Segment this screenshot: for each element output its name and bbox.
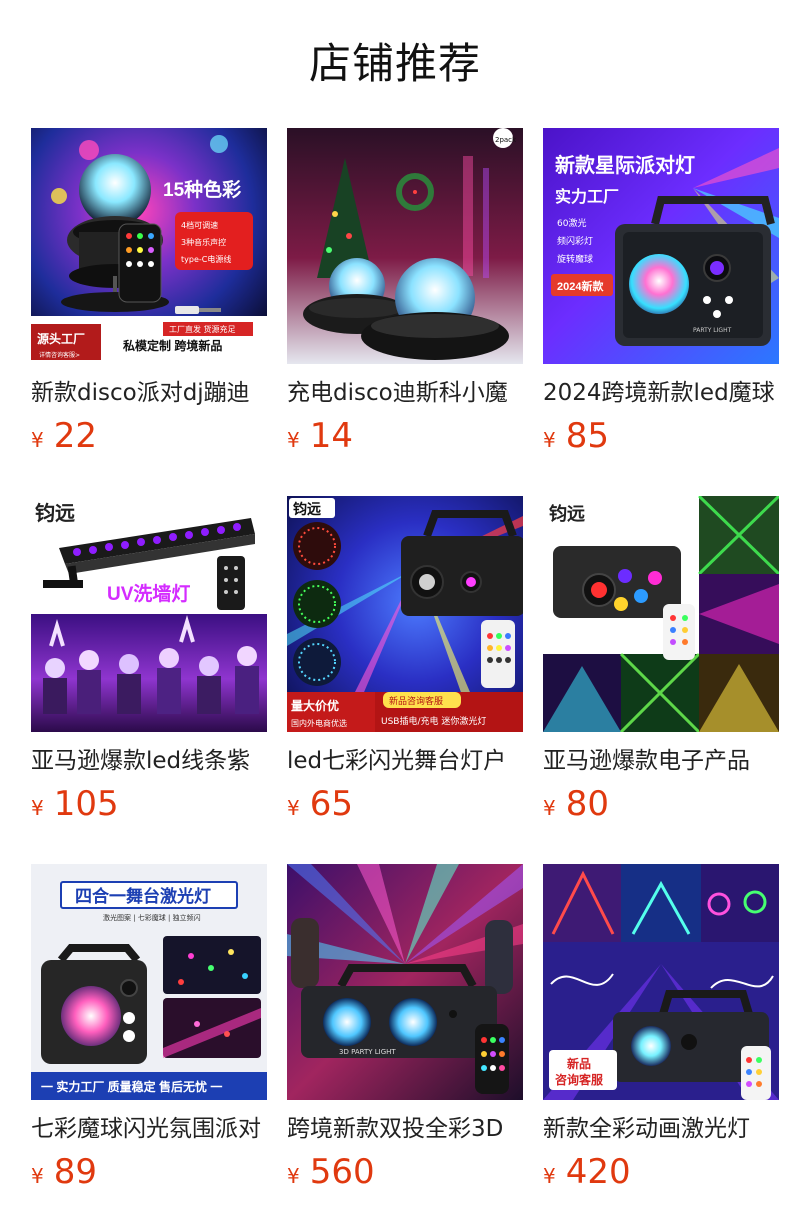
svg-text:钧远: 钧远 (293, 501, 321, 517)
product-price: ¥65 (287, 784, 353, 824)
product-name[interactable]: 亚马逊爆款电子产品 (543, 744, 779, 778)
svg-text:USB插电/充电 迷你激光灯: USB插电/充电 迷你激光灯 (381, 715, 486, 727)
product-price: ¥22 (31, 416, 97, 456)
product-name[interactable]: 亚马逊爆款led线条紫 (31, 744, 267, 778)
currency-symbol: ¥ (543, 428, 556, 452)
product-price: ¥560 (287, 1152, 375, 1192)
product-thumbnail-animation-laser: 新品 咨询客服 (543, 864, 779, 1100)
product-card[interactable]: 钧远 (31, 496, 267, 828)
product-card[interactable]: 2pack 充电disco迪斯科小魔 ¥14 (287, 128, 523, 460)
product-card[interactable]: 钧远 (543, 496, 779, 828)
product-price: ¥420 (543, 1152, 631, 1192)
product-card[interactable]: 3D PARTY LIGHT 跨境新款双投全彩3D ¥560 (287, 864, 523, 1196)
product-card[interactable]: 钧远 量大价优 国内外电商优选 新品咨询客服 USB插电/充电 迷你激光灯 le… (287, 496, 523, 828)
svg-text:实力工厂: 实力工厂 (555, 187, 619, 206)
price-amount: 80 (565, 784, 609, 824)
currency-symbol: ¥ (287, 796, 300, 820)
product-name[interactable]: 新款disco派对dj蹦迪 (31, 376, 267, 410)
product-thumbnail-laser-collage: 钧远 (543, 496, 779, 732)
product-name[interactable]: 充电disco迪斯科小魔 (287, 376, 523, 410)
price-amount: 22 (53, 416, 97, 456)
product-price: ¥105 (31, 784, 119, 824)
product-price: ¥14 (287, 416, 353, 456)
svg-text:2pack: 2pack (495, 136, 517, 144)
product-name[interactable]: 跨境新款双投全彩3D (287, 1112, 523, 1146)
product-image[interactable]: 钧远 (31, 496, 267, 732)
svg-text:UV洗墙灯: UV洗墙灯 (107, 582, 190, 605)
price-amount: 105 (53, 784, 119, 824)
product-card[interactable]: 四合一舞台激光灯 激光图案 | 七彩魔球 | 独立频闪 一 实力工厂 质量稳定 … (31, 864, 267, 1196)
svg-text:4档可调速: 4档可调速 (181, 220, 218, 230)
price-amount: 14 (309, 416, 353, 456)
product-image[interactable]: 钧远 量大价优 国内外电商优选 新品咨询客服 USB插电/充电 迷你激光灯 (287, 496, 523, 732)
currency-symbol: ¥ (543, 1164, 556, 1188)
svg-text:源头工厂: 源头工厂 (37, 331, 85, 346)
svg-text:四合一舞台激光灯: 四合一舞台激光灯 (75, 886, 211, 906)
svg-text:2024新款: 2024新款 (557, 279, 604, 293)
product-image[interactable]: 新款星际派对灯 实力工厂 60激光 频闪彩灯 旋转魔球 2024新款 PARTY… (543, 128, 779, 364)
price-amount: 65 (309, 784, 353, 824)
product-image[interactable]: 15种色彩 4档可调速 3种音乐声控 type-C电源线 工厂直发 货源充足 源… (31, 128, 267, 364)
product-image[interactable]: 新品 咨询客服 (543, 864, 779, 1100)
product-name[interactable]: 七彩魔球闪光氛围派对 (31, 1112, 267, 1146)
product-card[interactable]: 新品 咨询客服 新款全彩动画激光灯 ¥420 (543, 864, 779, 1196)
svg-text:PARTY LIGHT: PARTY LIGHT (693, 327, 732, 334)
price-amount: 85 (565, 416, 609, 456)
product-image[interactable]: 2pack (287, 128, 523, 364)
svg-text:60激光: 60激光 (557, 217, 586, 229)
svg-text:3种音乐声控: 3种音乐声控 (181, 237, 226, 247)
product-image[interactable]: 钧远 (543, 496, 779, 732)
product-card[interactable]: 新款星际派对灯 实力工厂 60激光 频闪彩灯 旋转魔球 2024新款 PARTY… (543, 128, 779, 460)
svg-text:国内外电商优选: 国内外电商优选 (291, 718, 347, 728)
svg-text:一 实力工厂 质量稳定 售后无忧 一: 一 实力工厂 质量稳定 售后无忧 一 (41, 1079, 222, 1094)
recommended-products-grid: 15种色彩 4档可调速 3种音乐声控 type-C电源线 工厂直发 货源充足 源… (31, 128, 779, 1208)
product-name[interactable]: 新款全彩动画激光灯 (543, 1112, 779, 1146)
product-thumbnail-mini-stage-laser: 钧远 量大价优 国内外电商优选 新品咨询客服 USB插电/充电 迷你激光灯 (287, 496, 523, 732)
product-thumbnail-four-in-one-stage-laser: 四合一舞台激光灯 激光图案 | 七彩魔球 | 独立频闪 一 实力工厂 质量稳定 … (31, 864, 267, 1100)
svg-text:钧远: 钧远 (35, 501, 75, 525)
svg-text:新款星际派对灯: 新款星际派对灯 (555, 153, 695, 177)
product-price: ¥80 (543, 784, 609, 824)
svg-text:频闪彩灯: 频闪彩灯 (557, 235, 593, 247)
product-price: ¥85 (543, 416, 609, 456)
product-thumbnail-party-laser-light: 新款星际派对灯 实力工厂 60激光 频闪彩灯 旋转魔球 2024新款 PARTY… (543, 128, 779, 364)
currency-symbol: ¥ (31, 1164, 44, 1188)
svg-text:咨询客服: 咨询客服 (555, 1072, 604, 1087)
svg-text:私模定制 跨境新品: 私模定制 跨境新品 (122, 338, 222, 353)
product-thumbnail-dual-laser-projector: 3D PARTY LIGHT (287, 864, 523, 1100)
product-name[interactable]: 2024跨境新款led魔球 (543, 376, 779, 410)
currency-symbol: ¥ (31, 796, 44, 820)
page-title: 店铺推荐 (308, 39, 481, 88)
svg-text:钧远: 钧远 (549, 503, 585, 524)
product-thumbnail-galaxy-projector: 2pack (287, 128, 523, 364)
svg-text:详情咨询客服>: 详情咨询客服> (39, 351, 80, 359)
product-price: ¥89 (31, 1152, 97, 1192)
svg-text:工厂直发 货源充足: 工厂直发 货源充足 (169, 324, 236, 334)
currency-symbol: ¥ (287, 428, 300, 452)
svg-text:15种色彩: 15种色彩 (163, 178, 241, 201)
product-image[interactable]: 四合一舞台激光灯 激光图案 | 七彩魔球 | 独立频闪 一 实力工厂 质量稳定 … (31, 864, 267, 1100)
price-amount: 560 (309, 1152, 375, 1192)
currency-symbol: ¥ (543, 796, 556, 820)
price-amount: 89 (53, 1152, 97, 1192)
product-thumbnail-uv-wall-wash-light: 钧远 UV洗墙灯 (31, 496, 267, 732)
currency-symbol: ¥ (287, 1164, 300, 1188)
product-image[interactable]: 3D PARTY LIGHT (287, 864, 523, 1100)
svg-text:激光图案 | 七彩魔球 | 独立频闪: 激光图案 | 七彩魔球 | 独立频闪 (103, 913, 201, 922)
svg-text:type-C电源线: type-C电源线 (181, 254, 231, 264)
svg-text:量大价优: 量大价优 (291, 698, 339, 713)
product-name[interactable]: led七彩闪光舞台灯户 (287, 744, 523, 778)
product-thumbnail-disco-ball-lamp: 15种色彩 4档可调速 3种音乐声控 type-C电源线 工厂直发 货源充足 源… (31, 128, 267, 364)
price-amount: 420 (565, 1152, 631, 1192)
product-card[interactable]: 15种色彩 4档可调速 3种音乐声控 type-C电源线 工厂直发 货源充足 源… (31, 128, 267, 460)
svg-text:新品: 新品 (567, 1056, 591, 1071)
svg-text:3D PARTY LIGHT: 3D PARTY LIGHT (339, 1048, 396, 1056)
svg-text:旋转魔球: 旋转魔球 (557, 253, 593, 265)
svg-text:新品咨询客服: 新品咨询客服 (389, 695, 443, 707)
currency-symbol: ¥ (31, 428, 44, 452)
